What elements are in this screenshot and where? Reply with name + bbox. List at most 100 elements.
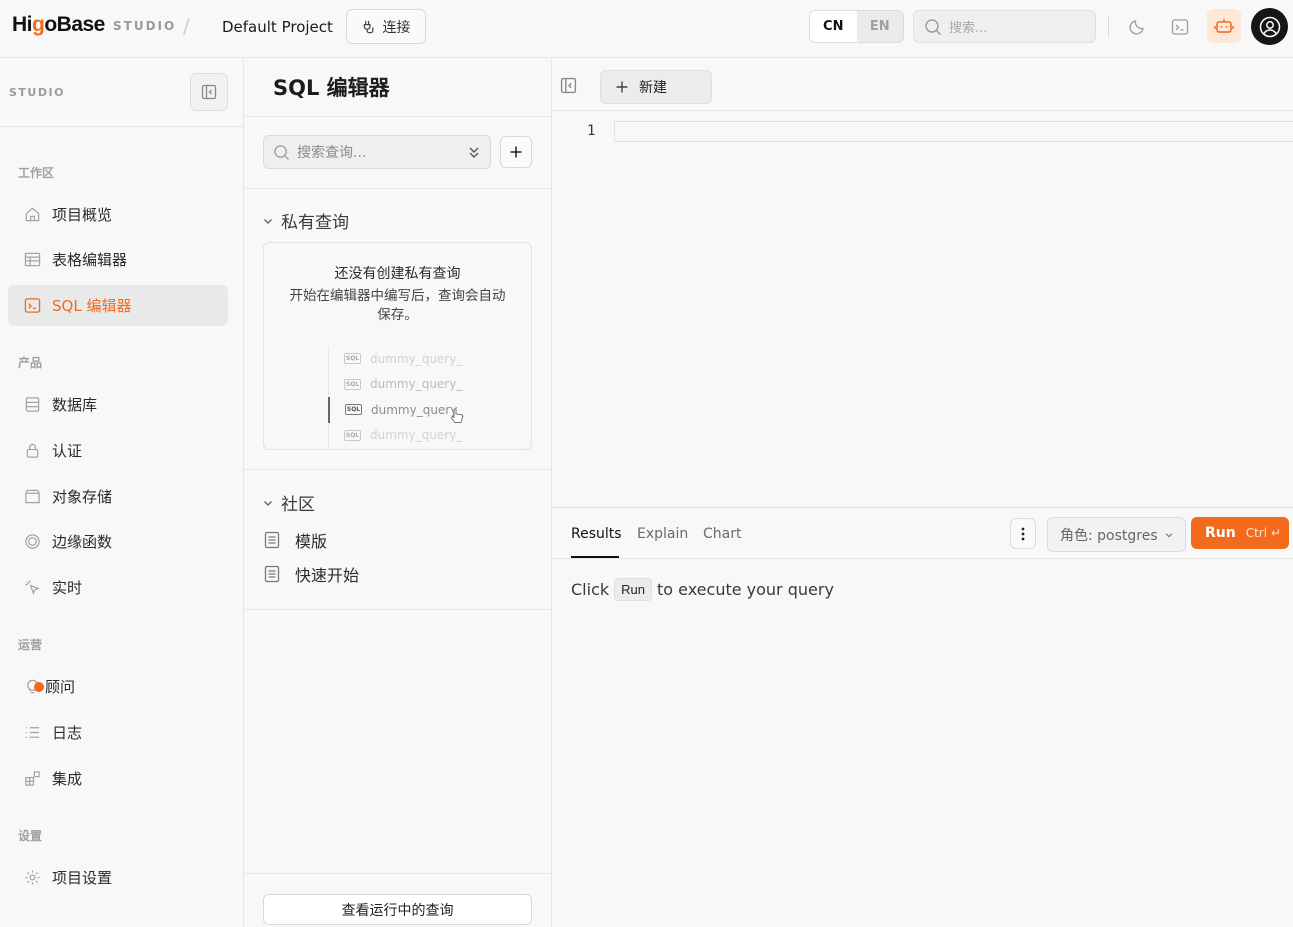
notification-dot bbox=[34, 681, 44, 692]
list-icon bbox=[25, 727, 40, 738]
higobase-logo[interactable]: HigoBase bbox=[12, 13, 105, 37]
user-avatar-button[interactable] bbox=[1251, 8, 1288, 45]
main-sidebar: STUDIO 工作区 项目概览 表格编辑器 SQL 编辑器 产品 数据库 认证 … bbox=[0, 58, 244, 927]
sidebar-collapse-button[interactable] bbox=[190, 73, 228, 111]
page-title: SQL 编辑器 bbox=[273, 76, 390, 100]
community-item-templates[interactable]: 模版 bbox=[264, 528, 327, 552]
header-divider bbox=[1108, 16, 1109, 38]
lock-icon bbox=[26, 443, 39, 458]
more-options-button[interactable] bbox=[1010, 518, 1036, 549]
list-item: SQL dummy_query_ bbox=[344, 351, 463, 366]
private-queries-toggle[interactable]: 私有查询 bbox=[262, 208, 349, 233]
gear-icon bbox=[25, 870, 40, 885]
empty-title: 还没有创建私有查询 bbox=[334, 266, 461, 282]
language-switch[interactable]: CN EN bbox=[809, 10, 904, 43]
sidebar-header: STUDIO bbox=[0, 58, 243, 127]
terminal-icon[interactable] bbox=[1167, 14, 1193, 40]
chevrons-up-down-icon[interactable] bbox=[466, 144, 482, 160]
query-search-input[interactable]: 搜索查询... bbox=[263, 135, 491, 169]
plus-icon bbox=[616, 81, 628, 93]
sidebar-item-database[interactable]: 数据库 bbox=[8, 384, 228, 425]
sidebar-title: STUDIO bbox=[9, 86, 65, 99]
query-search-placeholder: 搜索查询... bbox=[297, 145, 367, 161]
connect-button[interactable]: 连接 bbox=[346, 9, 426, 44]
panel-left-icon bbox=[201, 84, 217, 100]
sql-file-icon: SQL bbox=[344, 378, 361, 390]
moon-icon[interactable] bbox=[1124, 14, 1150, 40]
sql-file-icon: SQL bbox=[344, 429, 361, 441]
list-item: SQL dummy_query_ bbox=[328, 397, 478, 423]
document-icon bbox=[264, 565, 280, 583]
function-icon bbox=[25, 534, 40, 549]
top-bar: HigoBase STUDIO / Default Project 连接 CN … bbox=[0, 0, 1293, 58]
bot-icon bbox=[1214, 19, 1234, 33]
line-number: 1 bbox=[587, 123, 596, 139]
chevron-down-icon bbox=[1165, 532, 1172, 537]
divider bbox=[244, 116, 551, 117]
add-query-button[interactable] bbox=[500, 136, 532, 168]
connect-label: 连接 bbox=[382, 19, 411, 36]
document-icon bbox=[264, 531, 280, 549]
sidebar-item-project-settings[interactable]: 项目设置 bbox=[8, 857, 228, 898]
run-shortcut: Ctrl ↵ bbox=[1245, 526, 1281, 540]
empty-private-queries: 还没有创建私有查询 开始在编辑器中编写后，查询会自动保存。 SQL dummy_q… bbox=[263, 242, 532, 450]
project-name[interactable]: Default Project bbox=[222, 18, 333, 36]
run-query-button[interactable]: Run Ctrl ↵ bbox=[1191, 517, 1289, 549]
sql-file-icon: SQL bbox=[345, 404, 362, 416]
active-tab-indicator bbox=[571, 556, 619, 558]
view-running-queries-button[interactable]: 查看运行中的查询 bbox=[263, 894, 532, 925]
sidebar-item-edge-functions[interactable]: 边缘函数 bbox=[8, 521, 228, 562]
role-select-value: 角色: postgres bbox=[1060, 527, 1158, 544]
tab-explain[interactable]: Explain bbox=[637, 526, 688, 542]
studio-tag: STUDIO bbox=[113, 19, 177, 33]
sidebar-item-integrations[interactable]: 集成 bbox=[8, 758, 228, 799]
archive-icon bbox=[25, 489, 40, 504]
section-operations: 运营 bbox=[18, 638, 43, 652]
terminal-icon bbox=[24, 298, 41, 313]
ai-assistant-button[interactable] bbox=[1207, 9, 1241, 43]
divider bbox=[244, 609, 551, 610]
search-icon bbox=[274, 144, 290, 160]
divider bbox=[244, 188, 551, 189]
list-item: SQL dummy_query_ bbox=[344, 377, 463, 392]
list-item: SQL dummy_query_ bbox=[344, 428, 463, 443]
plug-icon bbox=[363, 20, 373, 34]
sidebar-item-sql-editor[interactable]: SQL 编辑器 bbox=[8, 285, 228, 326]
lang-en-option[interactable]: EN bbox=[857, 11, 904, 42]
sidebar-item-logs[interactable]: 日志 bbox=[8, 712, 228, 753]
community-item-quickstart[interactable]: 快速开始 bbox=[264, 562, 359, 586]
search-icon bbox=[925, 18, 941, 35]
current-line-highlight[interactable] bbox=[614, 121, 1293, 142]
code-editor[interactable]: 1 bbox=[552, 111, 1293, 507]
table-icon bbox=[24, 252, 41, 267]
breadcrumb-separator: / bbox=[183, 14, 190, 38]
panel-left-icon[interactable] bbox=[560, 77, 577, 98]
empty-description: 开始在编辑器中编写后，查询会自动保存。 bbox=[289, 288, 506, 323]
tab-chart[interactable]: Chart bbox=[703, 526, 741, 542]
community-toggle[interactable]: 社区 bbox=[262, 490, 315, 515]
inline-code: Run bbox=[614, 578, 652, 601]
sql-editor-area: 新建 1 Results Explain Chart 角色: postgres … bbox=[552, 58, 1293, 927]
more-vertical-icon bbox=[1021, 527, 1025, 540]
role-select[interactable]: 角色: postgres bbox=[1047, 517, 1186, 552]
sidebar-item-table-editor[interactable]: 表格编辑器 bbox=[8, 239, 228, 280]
user-avatar-icon bbox=[1259, 16, 1280, 37]
cursor-click-icon bbox=[25, 580, 40, 595]
editor-toolbar: 新建 bbox=[552, 58, 1293, 111]
global-search-placeholder: 搜索... bbox=[949, 21, 988, 36]
global-search-input[interactable]: 搜索... bbox=[913, 10, 1096, 43]
sidebar-item-realtime[interactable]: 实时 bbox=[8, 567, 228, 608]
divider bbox=[244, 469, 551, 470]
results-toolbar: Results Explain Chart 角色: postgres Run C… bbox=[552, 508, 1293, 559]
results-empty-hint: Click Run to execute your query bbox=[571, 578, 834, 601]
section-workspace: 工作区 bbox=[18, 166, 55, 180]
pointer-cursor-icon bbox=[451, 408, 464, 423]
sidebar-item-overview[interactable]: 项目概览 bbox=[8, 194, 228, 235]
tab-results[interactable]: Results bbox=[571, 526, 622, 542]
sidebar-item-auth[interactable]: 认证 bbox=[8, 430, 228, 471]
divider bbox=[244, 873, 551, 874]
lang-cn-option[interactable]: CN bbox=[810, 11, 857, 42]
new-query-button[interactable]: 新建 bbox=[600, 70, 712, 104]
sidebar-item-storage[interactable]: 对象存储 bbox=[8, 476, 228, 517]
sidebar-item-advisor[interactable]: 顾问 bbox=[8, 666, 228, 707]
